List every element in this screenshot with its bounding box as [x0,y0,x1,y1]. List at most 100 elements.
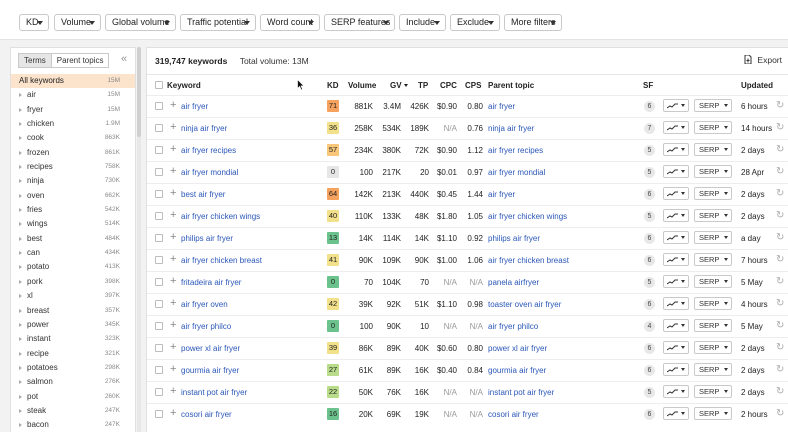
serp-button[interactable]: SERP [694,341,732,354]
row-checkbox[interactable] [155,410,163,418]
expand-triangle-icon[interactable] [19,279,22,284]
parent-topic-link[interactable]: toaster oven air fryer [488,300,561,309]
expand-triangle-icon[interactable] [19,394,22,399]
col-parent-topic[interactable]: Parent topic [488,81,534,90]
filter-volume-button[interactable]: Volume [54,14,101,31]
row-checkbox[interactable] [155,146,163,154]
sf-count-badge[interactable]: 5 [644,387,655,398]
sf-count-badge[interactable]: 7 [644,123,655,134]
keyword-link[interactable]: ninja air fryer [181,124,227,133]
trend-chart-button[interactable] [663,297,689,310]
expand-triangle-icon[interactable] [19,150,22,155]
row-checkbox[interactable] [155,322,163,330]
row-checkbox[interactable] [155,278,163,286]
keyword-link[interactable]: instant pot air fryer [181,388,247,397]
sf-count-badge[interactable]: 6 [644,365,655,376]
parent-topic-link[interactable]: air fryer philco [488,322,538,331]
col-sf[interactable]: SF [643,81,653,90]
serp-button[interactable]: SERP [694,407,732,420]
filter-exclude-button[interactable]: Exclude [450,14,500,31]
sidebar-term-item[interactable]: chicken 1.9M [11,117,135,131]
add-to-list-icon[interactable]: + [170,232,176,243]
sidebar-term-item[interactable]: potatoes 298K [11,361,135,375]
serp-button[interactable]: SERP [694,143,732,156]
serp-button[interactable]: SERP [694,297,732,310]
sidebar-term-item[interactable]: steak 247K [11,404,135,418]
trend-chart-button[interactable] [663,363,689,376]
serp-button[interactable]: SERP [694,99,732,112]
keyword-link[interactable]: air fryer chicken breast [181,256,262,265]
add-to-list-icon[interactable]: + [170,276,176,287]
sf-count-badge[interactable]: 6 [644,233,655,244]
sidebar-term-item[interactable]: salmon 276K [11,375,135,389]
col-keyword[interactable]: Keyword [167,81,201,90]
row-checkbox[interactable] [155,300,163,308]
refresh-icon[interactable]: ↻ [776,408,784,419]
trend-chart-button[interactable] [663,99,689,112]
serp-button[interactable]: SERP [694,275,732,288]
parent-topic-link[interactable]: cosori air fryer [488,410,539,419]
sidebar-term-item[interactable]: bacon 247K [11,418,135,432]
row-checkbox[interactable] [155,234,163,242]
expand-triangle-icon[interactable] [19,408,22,413]
keyword-link[interactable]: gourmia air fryer [181,366,239,375]
filter-traffic-potential-button[interactable]: Traffic potential [180,14,256,31]
sidebar-term-item[interactable]: fryer 15M [11,103,135,117]
filter-global-volume-button[interactable]: Global volume [105,14,176,31]
row-checkbox[interactable] [155,366,163,374]
refresh-icon[interactable]: ↻ [776,276,784,287]
row-checkbox[interactable] [155,190,163,198]
add-to-list-icon[interactable]: + [170,364,176,375]
trend-chart-button[interactable] [663,385,689,398]
row-checkbox[interactable] [155,168,163,176]
row-checkbox[interactable] [155,344,163,352]
expand-triangle-icon[interactable] [19,337,22,342]
expand-triangle-icon[interactable] [19,107,22,112]
add-to-list-icon[interactable]: + [170,298,176,309]
expand-triangle-icon[interactable] [19,208,22,213]
add-to-list-icon[interactable]: + [170,408,176,419]
expand-triangle-icon[interactable] [19,136,22,141]
serp-button[interactable]: SERP [694,319,732,332]
sidebar-term-item[interactable]: pot 260K [11,390,135,404]
row-checkbox[interactable] [155,256,163,264]
refresh-icon[interactable]: ↻ [776,210,784,221]
expand-triangle-icon[interactable] [19,222,22,227]
col-volume[interactable]: Volume [348,81,376,90]
expand-triangle-icon[interactable] [19,193,22,198]
trend-chart-button[interactable] [663,187,689,200]
serp-button[interactable]: SERP [694,253,732,266]
sidebar-scrollbar[interactable] [137,47,141,432]
parent-topic-link[interactable]: philips air fryer [488,234,540,243]
parent-topic-link[interactable]: air fryer [488,102,515,111]
expand-triangle-icon[interactable] [19,308,22,313]
sidebar-term-item[interactable]: pork 398K [11,275,135,289]
keyword-link[interactable]: best air fryer [181,190,225,199]
expand-triangle-icon[interactable] [19,423,22,428]
sf-count-badge[interactable]: 6 [644,101,655,112]
export-button[interactable]: Export [744,54,782,65]
sidebar-term-item[interactable]: wings 514K [11,217,135,231]
trend-chart-button[interactable] [663,209,689,222]
serp-button[interactable]: SERP [694,231,732,244]
refresh-icon[interactable]: ↻ [776,144,784,155]
parent-topic-link[interactable]: instant pot air fryer [488,388,554,397]
sf-count-badge[interactable]: 5 [644,167,655,178]
trend-chart-button[interactable] [663,121,689,134]
col-tp[interactable]: TP [418,81,428,90]
collapse-sidebar-icon[interactable]: « [121,53,127,66]
parent-topic-link[interactable]: panela airfryer [488,278,539,287]
keyword-link[interactable]: air fryer philco [181,322,231,331]
refresh-icon[interactable]: ↻ [776,386,784,397]
filter-kd-button[interactable]: KD [19,14,49,31]
sf-count-badge[interactable]: 6 [644,189,655,200]
add-to-list-icon[interactable]: + [170,342,176,353]
col-kd[interactable]: KD [327,81,339,90]
trend-chart-button[interactable] [663,165,689,178]
add-to-list-icon[interactable]: + [170,254,176,265]
sf-count-badge[interactable]: 6 [644,299,655,310]
keyword-link[interactable]: cosori air fryer [181,410,232,419]
sf-count-badge[interactable]: 6 [644,255,655,266]
add-to-list-icon[interactable]: + [170,188,176,199]
tab-terms[interactable]: Terms [18,53,52,68]
